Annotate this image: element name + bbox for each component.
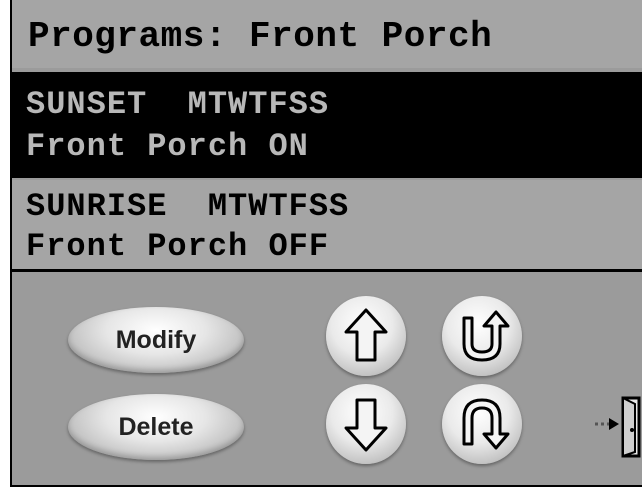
exit-door-icon xyxy=(595,396,641,458)
rotate-counterclockwise-button[interactable] xyxy=(442,296,522,376)
program-item-selected[interactable]: SUNSET MTWTFSS Front Porch ON xyxy=(12,72,642,178)
delete-button[interactable]: Delete xyxy=(68,394,244,460)
program-action: Front Porch OFF xyxy=(26,228,330,265)
rotate-clockwise-button[interactable] xyxy=(442,384,522,464)
modify-button[interactable]: Modify xyxy=(68,307,244,373)
program-schedule: SUNRISE MTWTFSS xyxy=(26,188,350,225)
arrow-up-icon xyxy=(344,308,388,362)
scroll-up-button[interactable] xyxy=(326,296,406,376)
arrow-down-icon xyxy=(344,398,388,452)
program-schedule: SUNSET MTWTFSS xyxy=(26,86,330,123)
exit-button[interactable] xyxy=(595,392,642,462)
page-title-bar: Programs: Front Porch xyxy=(12,0,642,68)
rotate-clockwise-icon xyxy=(462,398,510,450)
page-title: Programs: Front Porch xyxy=(28,16,493,57)
program-panel: Programs: Front Porch SUNSET MTWTFSS Fro… xyxy=(10,0,642,487)
program-item[interactable]: SUNRISE MTWTFSS Front Porch OFF xyxy=(12,180,642,272)
program-action: Front Porch ON xyxy=(26,128,309,165)
rotate-counterclockwise-icon xyxy=(462,310,510,362)
scroll-down-button[interactable] xyxy=(326,384,406,464)
